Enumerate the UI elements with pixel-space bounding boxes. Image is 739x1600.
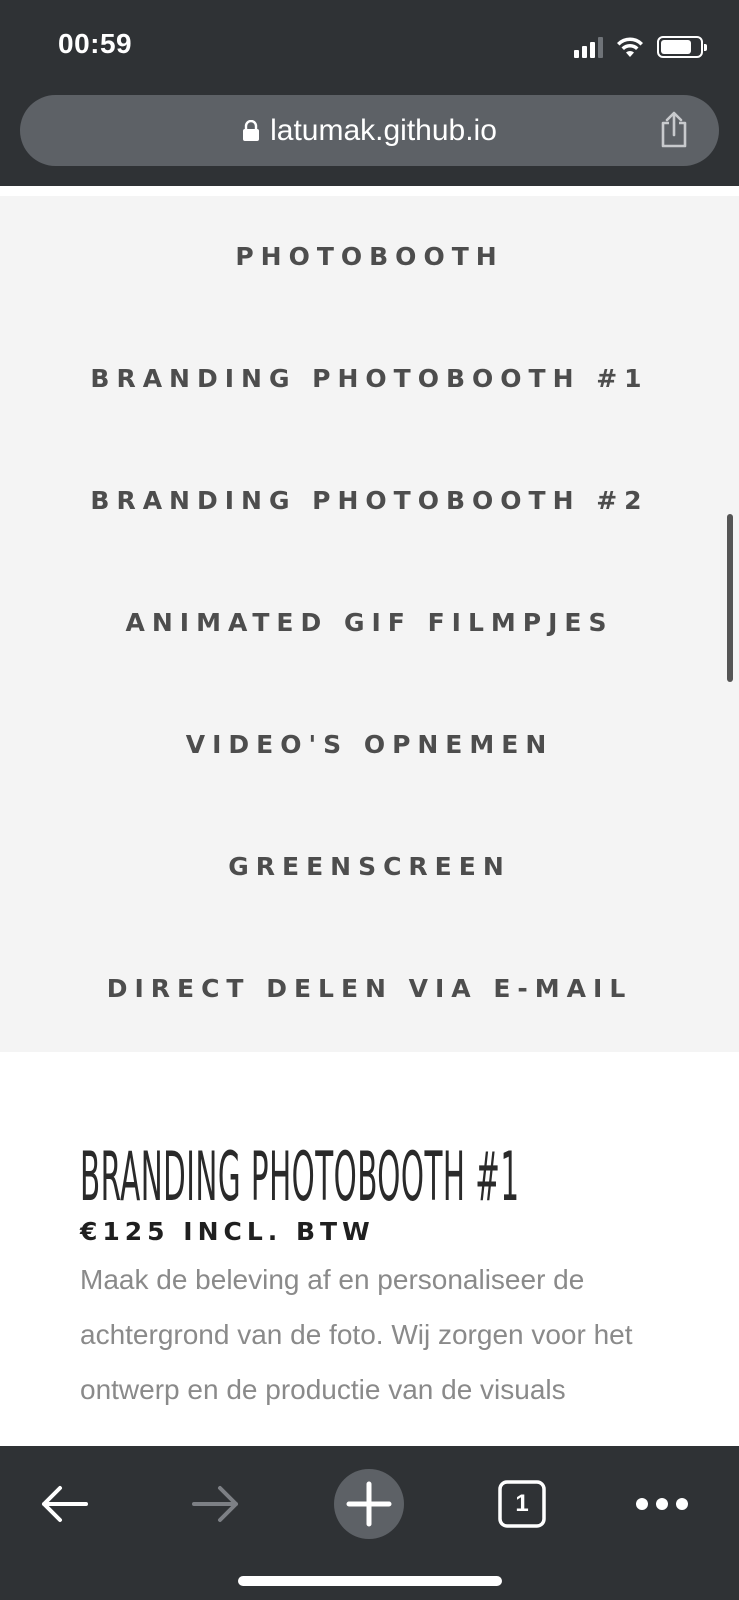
browser-bottom-bar: 1: [0, 1446, 739, 1600]
menu-item-videos[interactable]: VIDEO'S OPNEMEN: [0, 730, 739, 759]
share-icon[interactable]: [657, 111, 691, 149]
tab-count: 1: [515, 1490, 529, 1517]
menu-item-direct-delen[interactable]: DIRECT DELEN VIA E-MAIL: [0, 974, 739, 1003]
lock-icon: [243, 119, 260, 141]
battery-icon: [657, 36, 707, 58]
forward-arrow-icon: [192, 1486, 238, 1522]
status-icons: [574, 32, 707, 62]
more-icon: [636, 1498, 688, 1510]
menu-item-photobooth[interactable]: PHOTOBOOTH: [0, 242, 739, 271]
product-section: BRANDING PHOTOBOOTH #1 €125 INCL. BTW Ma…: [80, 1141, 700, 1417]
more-button[interactable]: [626, 1468, 698, 1540]
scrollbar[interactable]: [727, 514, 733, 682]
cellular-signal-icon: [574, 36, 603, 58]
tabs-button[interactable]: 1: [486, 1468, 558, 1540]
section-description: Maak de beleving af en personaliseer de …: [80, 1264, 633, 1405]
nav-menu: PHOTOBOOTH BRANDING PHOTOBOOTH #1 BRANDI…: [0, 196, 739, 1052]
menu-item-animated-gif[interactable]: ANIMATED GIF FILMPJES: [0, 608, 739, 637]
back-button[interactable]: [28, 1468, 100, 1540]
price: €125 INCL. BTW: [80, 1217, 375, 1246]
new-tab-button[interactable]: [333, 1468, 405, 1540]
menu-item-branding-photobooth-1[interactable]: BRANDING PHOTOBOOTH #1: [0, 364, 739, 393]
web-page: PHOTOBOOTH BRANDING PHOTOBOOTH #1 BRANDI…: [0, 186, 739, 1446]
section-title: BRANDING PHOTOBOOTH #1: [80, 1138, 520, 1217]
menu-item-greenscreen[interactable]: GREENSCREEN: [0, 852, 739, 881]
address-bar[interactable]: latumak.github.io: [20, 95, 719, 166]
wifi-icon: [617, 37, 643, 57]
forward-button[interactable]: [180, 1468, 252, 1540]
plus-icon: [334, 1469, 404, 1539]
home-indicator[interactable]: [238, 1576, 502, 1586]
back-arrow-icon: [42, 1486, 88, 1522]
menu-item-branding-photobooth-2[interactable]: BRANDING PHOTOBOOTH #2: [0, 486, 739, 515]
status-time: 00:59: [58, 28, 133, 59]
url-text: latumak.github.io: [270, 113, 497, 147]
browser-top-bar: 00:59 latumak.github.io: [0, 0, 739, 186]
